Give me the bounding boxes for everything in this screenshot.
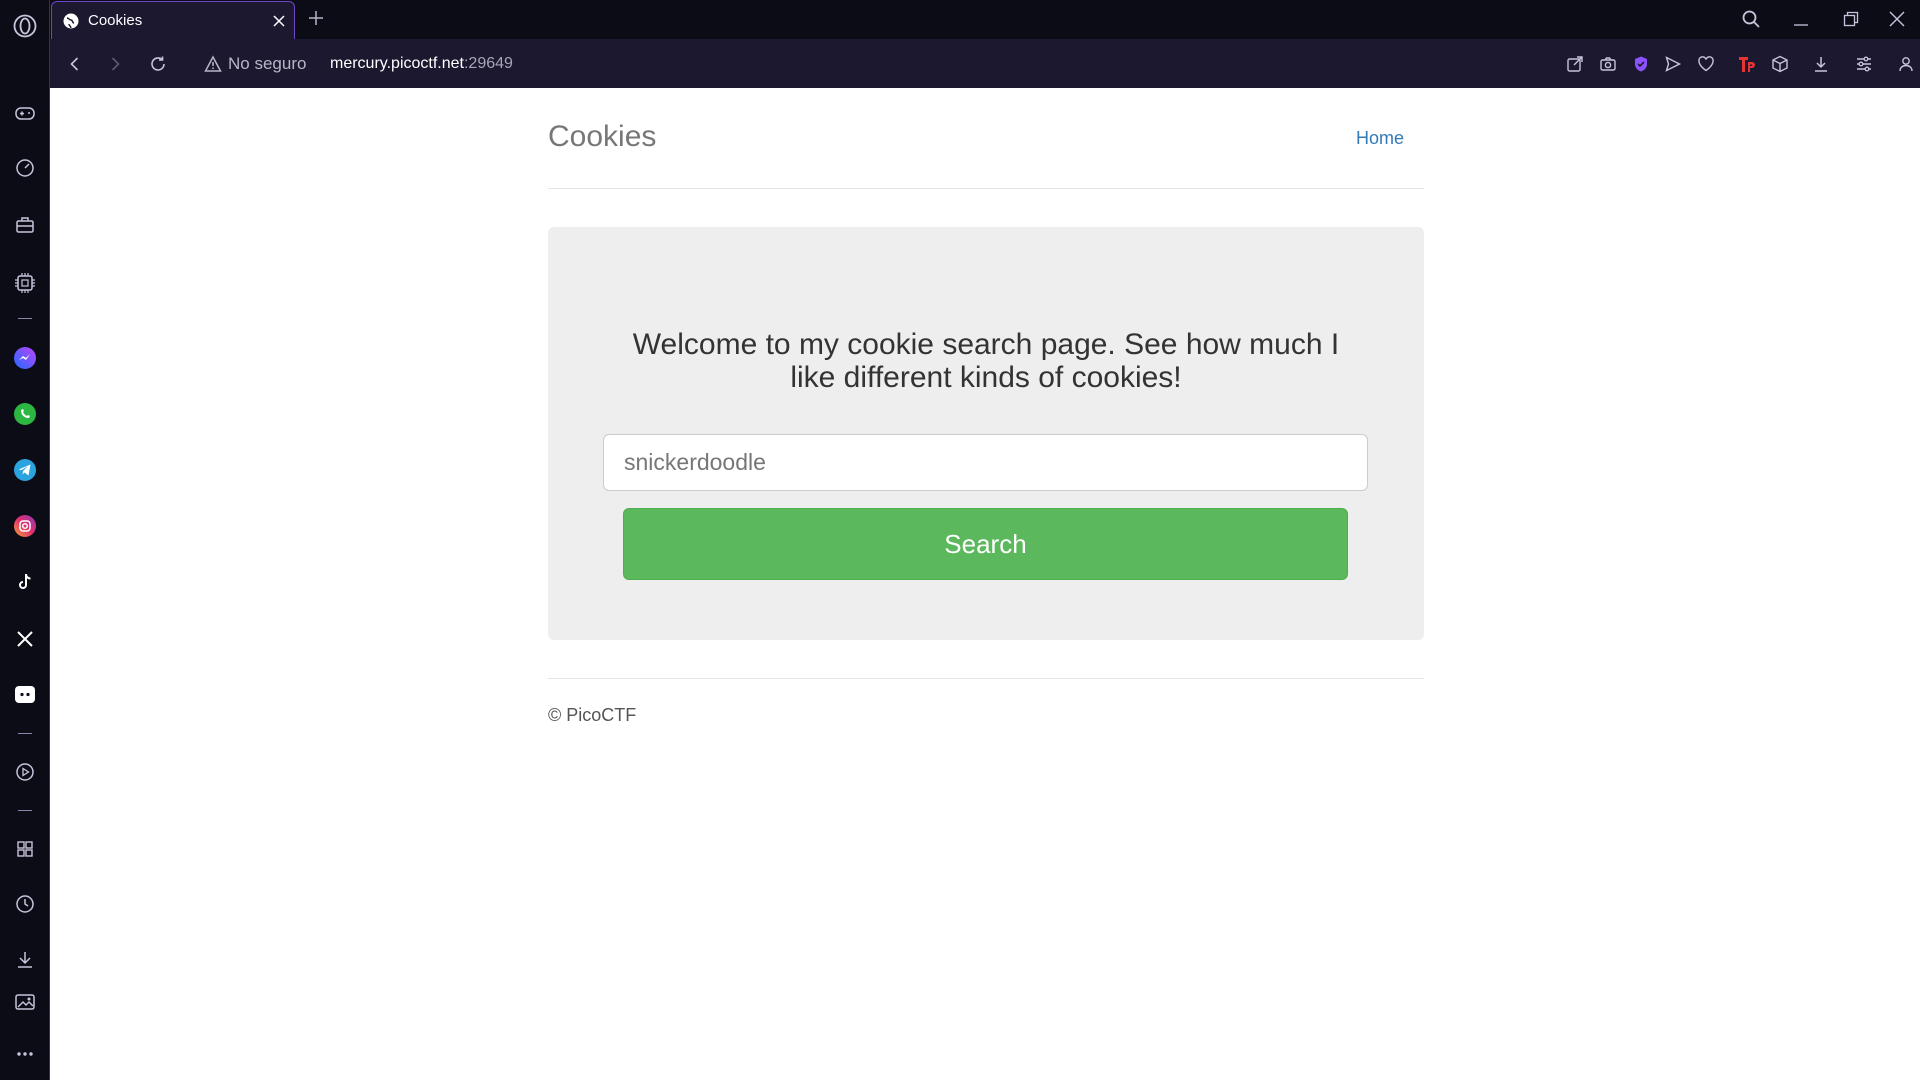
send-icon[interactable] bbox=[1660, 51, 1686, 77]
history-icon[interactable] bbox=[0, 884, 50, 924]
share-icon[interactable] bbox=[1562, 51, 1588, 77]
tiktok-icon[interactable] bbox=[0, 562, 50, 602]
warning-icon bbox=[204, 55, 222, 73]
extension-tp-icon[interactable] bbox=[1734, 51, 1760, 77]
back-button[interactable] bbox=[60, 49, 90, 79]
footer-copyright: © PicoCTF bbox=[548, 705, 637, 725]
search-tabs-icon[interactable] bbox=[1728, 0, 1774, 38]
instagram-icon[interactable] bbox=[0, 506, 50, 546]
footer-divider bbox=[548, 678, 1424, 679]
player-icon[interactable] bbox=[0, 752, 50, 792]
downloads-icon[interactable] bbox=[0, 940, 50, 980]
vpn-shield-icon[interactable] bbox=[1628, 51, 1654, 77]
image-icon[interactable] bbox=[0, 982, 50, 1022]
url-port: :29649 bbox=[463, 55, 513, 72]
search-button[interactable]: Search bbox=[623, 508, 1348, 580]
security-label: No seguro bbox=[228, 54, 307, 73]
telegram-icon[interactable] bbox=[0, 450, 50, 490]
tab-cookies[interactable]: Cookies bbox=[51, 1, 295, 39]
close-tab-icon[interactable] bbox=[264, 6, 294, 36]
minimize-icon[interactable] bbox=[1778, 0, 1824, 38]
nav-home-link[interactable]: Home bbox=[1356, 128, 1404, 149]
security-indicator[interactable]: No seguro bbox=[204, 53, 306, 75]
cookie-search-input[interactable] bbox=[603, 434, 1368, 491]
discord-icon[interactable] bbox=[0, 675, 50, 715]
url-field[interactable]: mercury.picoctf.net:29649 bbox=[330, 53, 513, 75]
apps-icon[interactable] bbox=[0, 829, 50, 869]
gamepad-icon[interactable] bbox=[0, 93, 50, 133]
close-window-icon[interactable] bbox=[1874, 0, 1920, 38]
opera-logo-icon[interactable] bbox=[0, 6, 50, 46]
x-icon[interactable] bbox=[0, 619, 50, 659]
camera-icon[interactable] bbox=[1595, 51, 1621, 77]
tab-strip: Cookies bbox=[50, 0, 1920, 39]
url-domain: mercury.picoctf.net bbox=[330, 55, 464, 72]
easy-setup-icon[interactable] bbox=[1851, 51, 1877, 77]
download-icon[interactable] bbox=[1808, 51, 1834, 77]
sidebar-divider bbox=[18, 318, 32, 319]
more-icon[interactable] bbox=[0, 1034, 50, 1074]
tab-title: Cookies bbox=[88, 12, 143, 29]
profile-icon[interactable] bbox=[1893, 51, 1919, 77]
header-divider bbox=[548, 188, 1424, 189]
page-viewport: Cookies Home Welcome to my cookie search… bbox=[51, 88, 1920, 1080]
heart-icon[interactable] bbox=[1693, 51, 1719, 77]
browser-sidebar bbox=[0, 0, 50, 1080]
sidebar-divider bbox=[18, 733, 32, 734]
search-panel: Welcome to my cookie search page. See ho… bbox=[548, 227, 1424, 640]
welcome-heading: Welcome to my cookie search page. See ho… bbox=[632, 328, 1340, 394]
speed-dial-icon[interactable] bbox=[0, 148, 50, 188]
sidebar-divider bbox=[18, 810, 32, 811]
restore-icon[interactable] bbox=[1828, 0, 1874, 38]
globe-icon bbox=[62, 12, 80, 30]
briefcase-icon[interactable] bbox=[0, 205, 50, 245]
reload-button[interactable] bbox=[143, 49, 173, 79]
forward-button[interactable] bbox=[100, 49, 130, 79]
cpu-icon[interactable] bbox=[0, 263, 50, 303]
messenger-icon[interactable] bbox=[0, 338, 50, 378]
new-tab-button[interactable] bbox=[302, 4, 330, 32]
page-title: Cookies bbox=[548, 120, 657, 153]
whatsapp-icon[interactable] bbox=[0, 394, 50, 434]
address-bar: No seguro mercury.picoctf.net:29649 bbox=[50, 39, 1920, 88]
cube-icon[interactable] bbox=[1767, 51, 1793, 77]
